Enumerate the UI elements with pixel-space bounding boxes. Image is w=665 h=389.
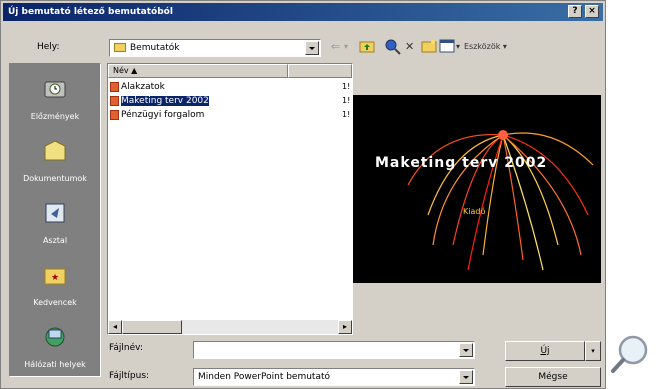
svg-text:★: ★ xyxy=(51,273,59,283)
filetype-value: Minden PowerPoint bemutató xyxy=(198,372,331,382)
tools-menu[interactable]: Eszközök ▾ xyxy=(464,39,507,55)
search-web-icon[interactable] xyxy=(385,39,401,55)
place-label: Kedvencek xyxy=(33,298,77,307)
back-dropdown-icon[interactable]: ▾ xyxy=(344,39,348,55)
place-history[interactable]: Előzmények xyxy=(10,70,100,130)
delete-icon[interactable]: ✕ xyxy=(405,39,414,55)
place-label: Előzmények xyxy=(30,112,80,121)
open-button-label: Új xyxy=(540,346,550,356)
up-folder-icon[interactable] xyxy=(359,39,375,55)
desktop-icon xyxy=(43,202,67,224)
history-icon xyxy=(43,78,67,100)
back-icon[interactable]: ⇐ xyxy=(331,39,340,55)
documents-folder-icon xyxy=(43,140,67,162)
places-bar: Előzmények Dokumentumok Asztal ★ Kedvenc… xyxy=(9,63,101,377)
favorites-folder-icon: ★ xyxy=(43,264,67,286)
place-label: Dokumentumok xyxy=(23,174,87,183)
views-icon[interactable] xyxy=(439,39,455,55)
filename-dropdown-button[interactable] xyxy=(459,343,473,357)
file-date: 1! xyxy=(342,96,351,105)
place-network[interactable]: Hálózati helyek xyxy=(10,318,100,378)
folder-icon xyxy=(114,43,126,52)
magnifier-icon xyxy=(610,334,650,374)
place-label: Hálózati helyek xyxy=(24,360,86,369)
title-bar: Új bemutató létező bemutatóból ? × xyxy=(3,3,603,21)
preview-pane: Maketing terv 2002 Kiadó xyxy=(353,95,601,283)
location-dropdown-button[interactable] xyxy=(305,41,319,55)
horizontal-scrollbar[interactable]: ◂ ▸ xyxy=(108,320,352,334)
open-button[interactable]: Új xyxy=(505,341,585,361)
place-documents[interactable]: Dokumentumok xyxy=(10,132,100,192)
presentation-file-icon xyxy=(110,81,119,92)
list-item-selected[interactable]: Maketing terv 2002 xyxy=(110,94,209,108)
presentation-file-icon xyxy=(110,109,119,120)
place-label: Asztal xyxy=(42,236,68,245)
presentation-file-icon xyxy=(110,95,119,106)
filetype-label: Fájltípus: xyxy=(109,371,150,381)
network-places-icon xyxy=(43,326,67,348)
location-combo[interactable]: Bemutatók xyxy=(109,39,321,57)
location-value: Bemutatók xyxy=(130,43,180,53)
file-name: Alakzatok xyxy=(121,82,165,92)
column-header-date[interactable] xyxy=(288,64,352,78)
column-header-label: Név xyxy=(113,66,129,75)
place-desktop[interactable]: Asztal xyxy=(10,194,100,254)
help-button[interactable]: ? xyxy=(568,5,582,18)
open-dropdown-button[interactable]: ▾ xyxy=(585,341,601,361)
close-button[interactable]: × xyxy=(585,5,599,18)
filetype-dropdown-button[interactable] xyxy=(459,370,473,384)
column-header-name[interactable]: Név ▲ xyxy=(108,64,288,78)
scroll-left-button[interactable]: ◂ xyxy=(108,320,122,334)
preview-subtitle: Kiadó xyxy=(463,207,486,216)
open-presentation-dialog: Új bemutató létező bemutatóból ? × Hely:… xyxy=(0,0,606,389)
preview-title: Maketing terv 2002 xyxy=(375,155,548,171)
cancel-button[interactable]: Mégse xyxy=(505,367,601,387)
fireworks-image xyxy=(407,130,594,271)
file-name: Maketing terv 2002 xyxy=(121,96,209,106)
location-label: Hely: xyxy=(37,42,60,52)
file-date: 1! xyxy=(342,110,351,119)
tools-menu-label: Eszközök xyxy=(464,42,501,51)
file-date: 1! xyxy=(342,82,351,91)
filename-label: Fájlnév: xyxy=(109,343,143,353)
file-name: Pénzügyi forgalom xyxy=(121,110,205,120)
file-list[interactable]: Név ▲ Alakzatok 1! Maketing terv 2002 1!… xyxy=(107,63,353,335)
views-dropdown-icon[interactable]: ▾ xyxy=(456,39,460,55)
filetype-select[interactable]: Minden PowerPoint bemutató xyxy=(193,368,475,386)
list-item[interactable]: Pénzügyi forgalom xyxy=(110,108,204,122)
list-item[interactable]: Alakzatok xyxy=(110,80,165,94)
scroll-thumb[interactable] xyxy=(122,320,182,334)
window-title: Új bemutató létező bemutatóból xyxy=(8,7,173,17)
place-favorites[interactable]: ★ Kedvencek xyxy=(10,256,100,316)
filename-input[interactable] xyxy=(193,341,475,359)
new-folder-icon[interactable] xyxy=(421,39,437,55)
scroll-right-button[interactable]: ▸ xyxy=(338,320,352,334)
